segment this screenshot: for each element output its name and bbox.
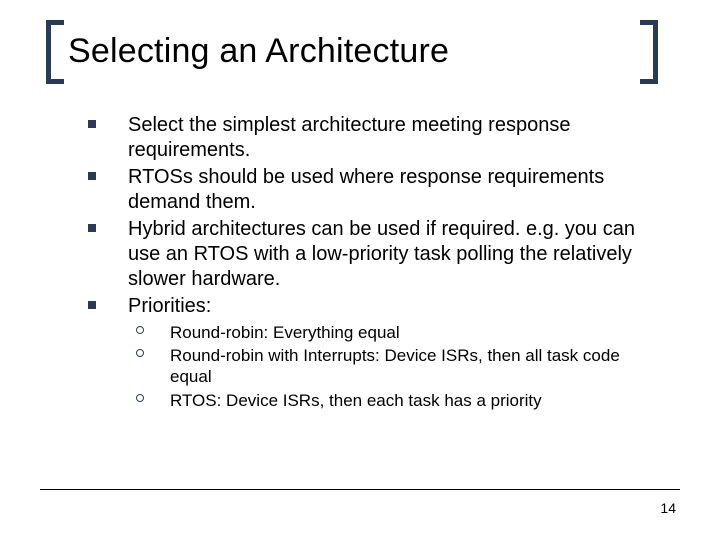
- bullet-item: RTOSs should be used where response requ…: [88, 165, 658, 214]
- circle-bullet-icon: [136, 394, 144, 402]
- bullet-text: Hybrid architectures can be used if requ…: [128, 218, 635, 289]
- bullet-item: Priorities:: [88, 294, 658, 319]
- circle-bullet-icon: [136, 326, 144, 334]
- bullet-item: Select the simplest architecture meeting…: [88, 113, 658, 162]
- circle-bullet-icon: [136, 349, 144, 357]
- bullet-text: Select the simplest architecture meeting…: [128, 114, 570, 161]
- sub-bullet-text: Round-robin with Interrupts: Device ISRs…: [170, 346, 620, 386]
- sub-bullet-group: Round-robin: Everything equal Round-robi…: [88, 322, 658, 411]
- sub-bullet-text: RTOS: Device ISRs, then each task has a …: [170, 391, 542, 410]
- bracket-left-icon: [46, 20, 64, 84]
- square-bullet-icon: [88, 172, 96, 180]
- bullet-item: Hybrid architectures can be used if requ…: [88, 217, 658, 291]
- slide-title: Selecting an Architecture: [46, 26, 658, 77]
- sub-bullet-item: Round-robin with Interrupts: Device ISRs…: [128, 345, 658, 388]
- sub-bullet-item: RTOS: Device ISRs, then each task has a …: [128, 390, 658, 411]
- sub-bullet-text: Round-robin: Everything equal: [170, 323, 400, 342]
- title-group: Selecting an Architecture: [46, 26, 658, 77]
- bullet-text: Priorities:: [128, 295, 211, 317]
- slide: Selecting an Architecture Select the sim…: [0, 0, 720, 540]
- bracket-right-icon: [640, 20, 658, 84]
- square-bullet-icon: [88, 224, 96, 232]
- bullet-text: RTOSs should be used where response requ…: [128, 166, 604, 213]
- slide-body: Select the simplest architecture meeting…: [88, 113, 658, 413]
- footer-divider: [40, 489, 680, 490]
- sub-bullet-item: Round-robin: Everything equal: [128, 322, 658, 343]
- square-bullet-icon: [88, 301, 96, 309]
- square-bullet-icon: [88, 120, 96, 128]
- page-number: 14: [660, 500, 676, 516]
